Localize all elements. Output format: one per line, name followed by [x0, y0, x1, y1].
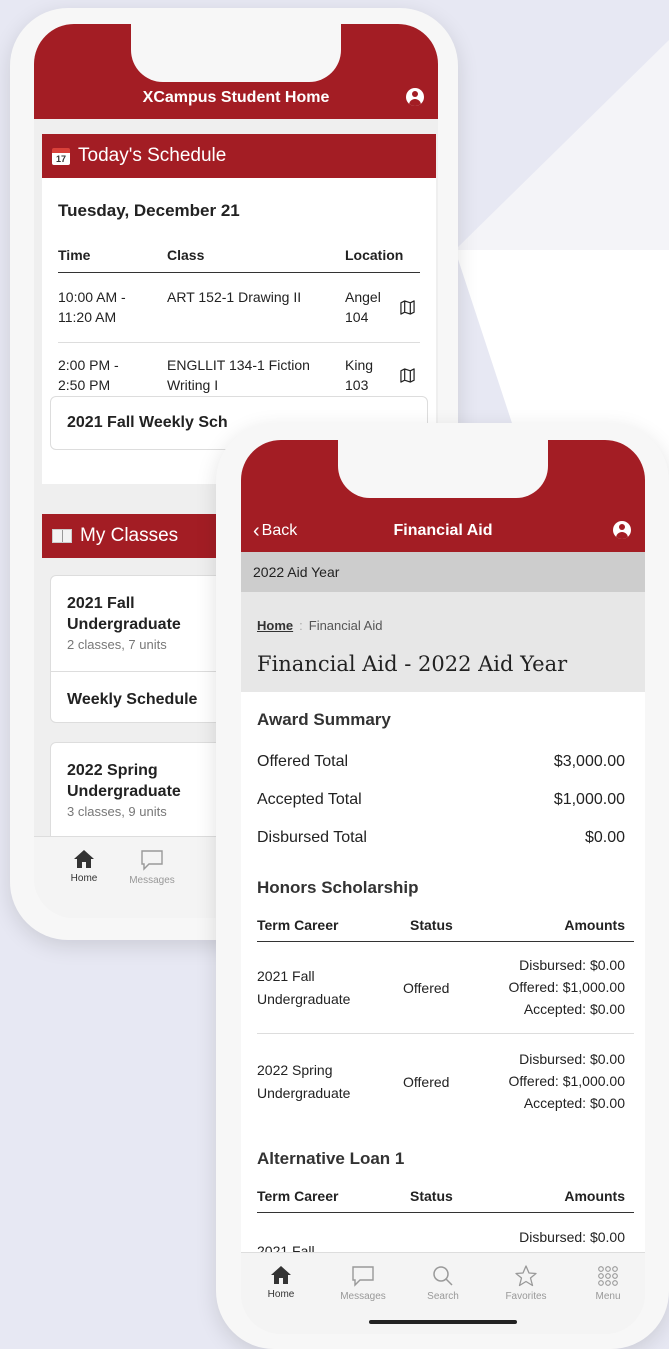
award-summary-title: Award Summary	[257, 710, 391, 729]
user-avatar-icon[interactable]	[406, 88, 424, 106]
class-cell[interactable]: ART 152-1 Drawing II	[167, 287, 301, 307]
messages-icon	[352, 1266, 374, 1287]
amounts-cell: Disbursed: $0.00	[519, 1229, 625, 1245]
user-avatar-icon[interactable]	[613, 521, 631, 539]
table-header-rule	[257, 1212, 634, 1213]
financial-aid-content: Award Summary Offered Total $3,000.00 Ac…	[241, 692, 645, 1252]
breadcrumb: Home: Financial Aid	[257, 618, 383, 633]
col-amounts: Amounts	[564, 1188, 625, 1204]
tab-menu[interactable]: Menu	[578, 1265, 638, 1302]
aid-year-bar: 2022 Aid Year	[241, 552, 645, 592]
disbursed-total-value: $0.00	[584, 829, 625, 846]
accepted-total-label: Accepted Total	[257, 791, 362, 808]
book-icon	[52, 529, 72, 543]
offered-total-label: Offered Total	[257, 753, 349, 770]
time-cell: 2:00 PM -2:50 PM	[58, 357, 119, 393]
home-icon	[74, 850, 94, 868]
home-indicator	[369, 1320, 517, 1324]
term-career-cell: 2021 Fall	[257, 1243, 315, 1252]
offered-total-value: $3,000.00	[553, 753, 625, 770]
tab-search[interactable]: Search	[413, 1265, 473, 1302]
messages-icon	[141, 850, 163, 871]
tab-messages[interactable]: Messages	[122, 849, 182, 886]
class-cell[interactable]: ENGLLIT 134-1 Fiction Writing I	[167, 355, 310, 395]
tab-home[interactable]: Home	[251, 1265, 311, 1300]
table-header-rule	[257, 941, 634, 942]
term-career-cell: 2022 Spring Undergraduate	[257, 1062, 351, 1101]
phone-notch	[131, 24, 341, 82]
col-term-career: Term Career	[257, 1188, 339, 1204]
honors-scholarship-title: Honors Scholarship	[257, 878, 419, 897]
col-status: Status	[410, 1188, 453, 1204]
time-cell: 10:00 AM -11:20 AM	[58, 289, 126, 325]
header-title: Financial Aid	[393, 522, 493, 539]
col-amounts: Amounts	[564, 917, 625, 933]
star-icon	[515, 1265, 537, 1287]
location-cell: King 103	[345, 357, 374, 393]
col-location: Location	[345, 247, 404, 263]
calendar-icon: 17	[52, 147, 70, 165]
amounts-cell: Disbursed: $0.00 Offered: $1,000.00 Accept…	[508, 1051, 626, 1111]
term-career-cell: 2021 Fall Undergraduate	[257, 968, 351, 1007]
schedule-card-header: 17 Today's Schedule	[42, 134, 436, 178]
schedule-section-title: Today's Schedule	[78, 145, 227, 166]
financial-aid-screen: ‹ Back Financial Aid 2022 Aid Year Home: F…	[241, 440, 645, 1334]
status-cell: Offered	[403, 1074, 450, 1090]
col-status: Status	[410, 917, 453, 933]
alternative-loan-title: Alternative Loan 1	[257, 1149, 405, 1168]
page-title-area: Home: Financial Aid Financial Aid - 2022 …	[241, 592, 645, 692]
tab-messages[interactable]: Messages	[333, 1265, 393, 1302]
breadcrumb-home-link[interactable]: Home	[257, 618, 293, 633]
table-header-rule	[58, 272, 420, 273]
home-icon	[271, 1266, 291, 1284]
col-time: Time	[58, 247, 91, 263]
tab-bar: Home Messages Search Favorites Menu	[241, 1252, 645, 1334]
map-icon[interactable]	[400, 300, 415, 315]
phone-notch	[338, 440, 548, 498]
tab-home[interactable]: Home	[54, 849, 114, 884]
tab-favorites[interactable]: Favorites	[496, 1265, 556, 1302]
accepted-total-value: $1,000.00	[553, 791, 625, 808]
status-cell: Offered	[403, 980, 450, 996]
amounts-cell: Disbursed: $0.00 Offered: $1,000.00 Accept…	[508, 957, 626, 1017]
phone-financial-aid: ‹ Back Financial Aid 2022 Aid Year Home: F…	[216, 423, 669, 1349]
row-divider	[257, 1033, 634, 1034]
search-icon	[433, 1266, 453, 1286]
map-icon[interactable]	[400, 368, 415, 383]
col-class: Class	[167, 247, 205, 263]
classes-section-title: My Classes	[80, 525, 179, 546]
page-title: Financial Aid - 2022 Aid Year	[257, 652, 568, 676]
schedule-date: Tuesday, December 21	[58, 201, 240, 220]
disbursed-total-label: Disbursed Total	[257, 829, 367, 846]
location-cell: Angel 104	[345, 289, 381, 325]
header-title: XCampus Student Home	[142, 89, 330, 106]
row-divider	[58, 342, 420, 343]
breadcrumb-current: Financial Aid	[308, 618, 383, 633]
col-term-career: Term Career	[257, 917, 339, 933]
grid-menu-icon	[598, 1266, 618, 1286]
